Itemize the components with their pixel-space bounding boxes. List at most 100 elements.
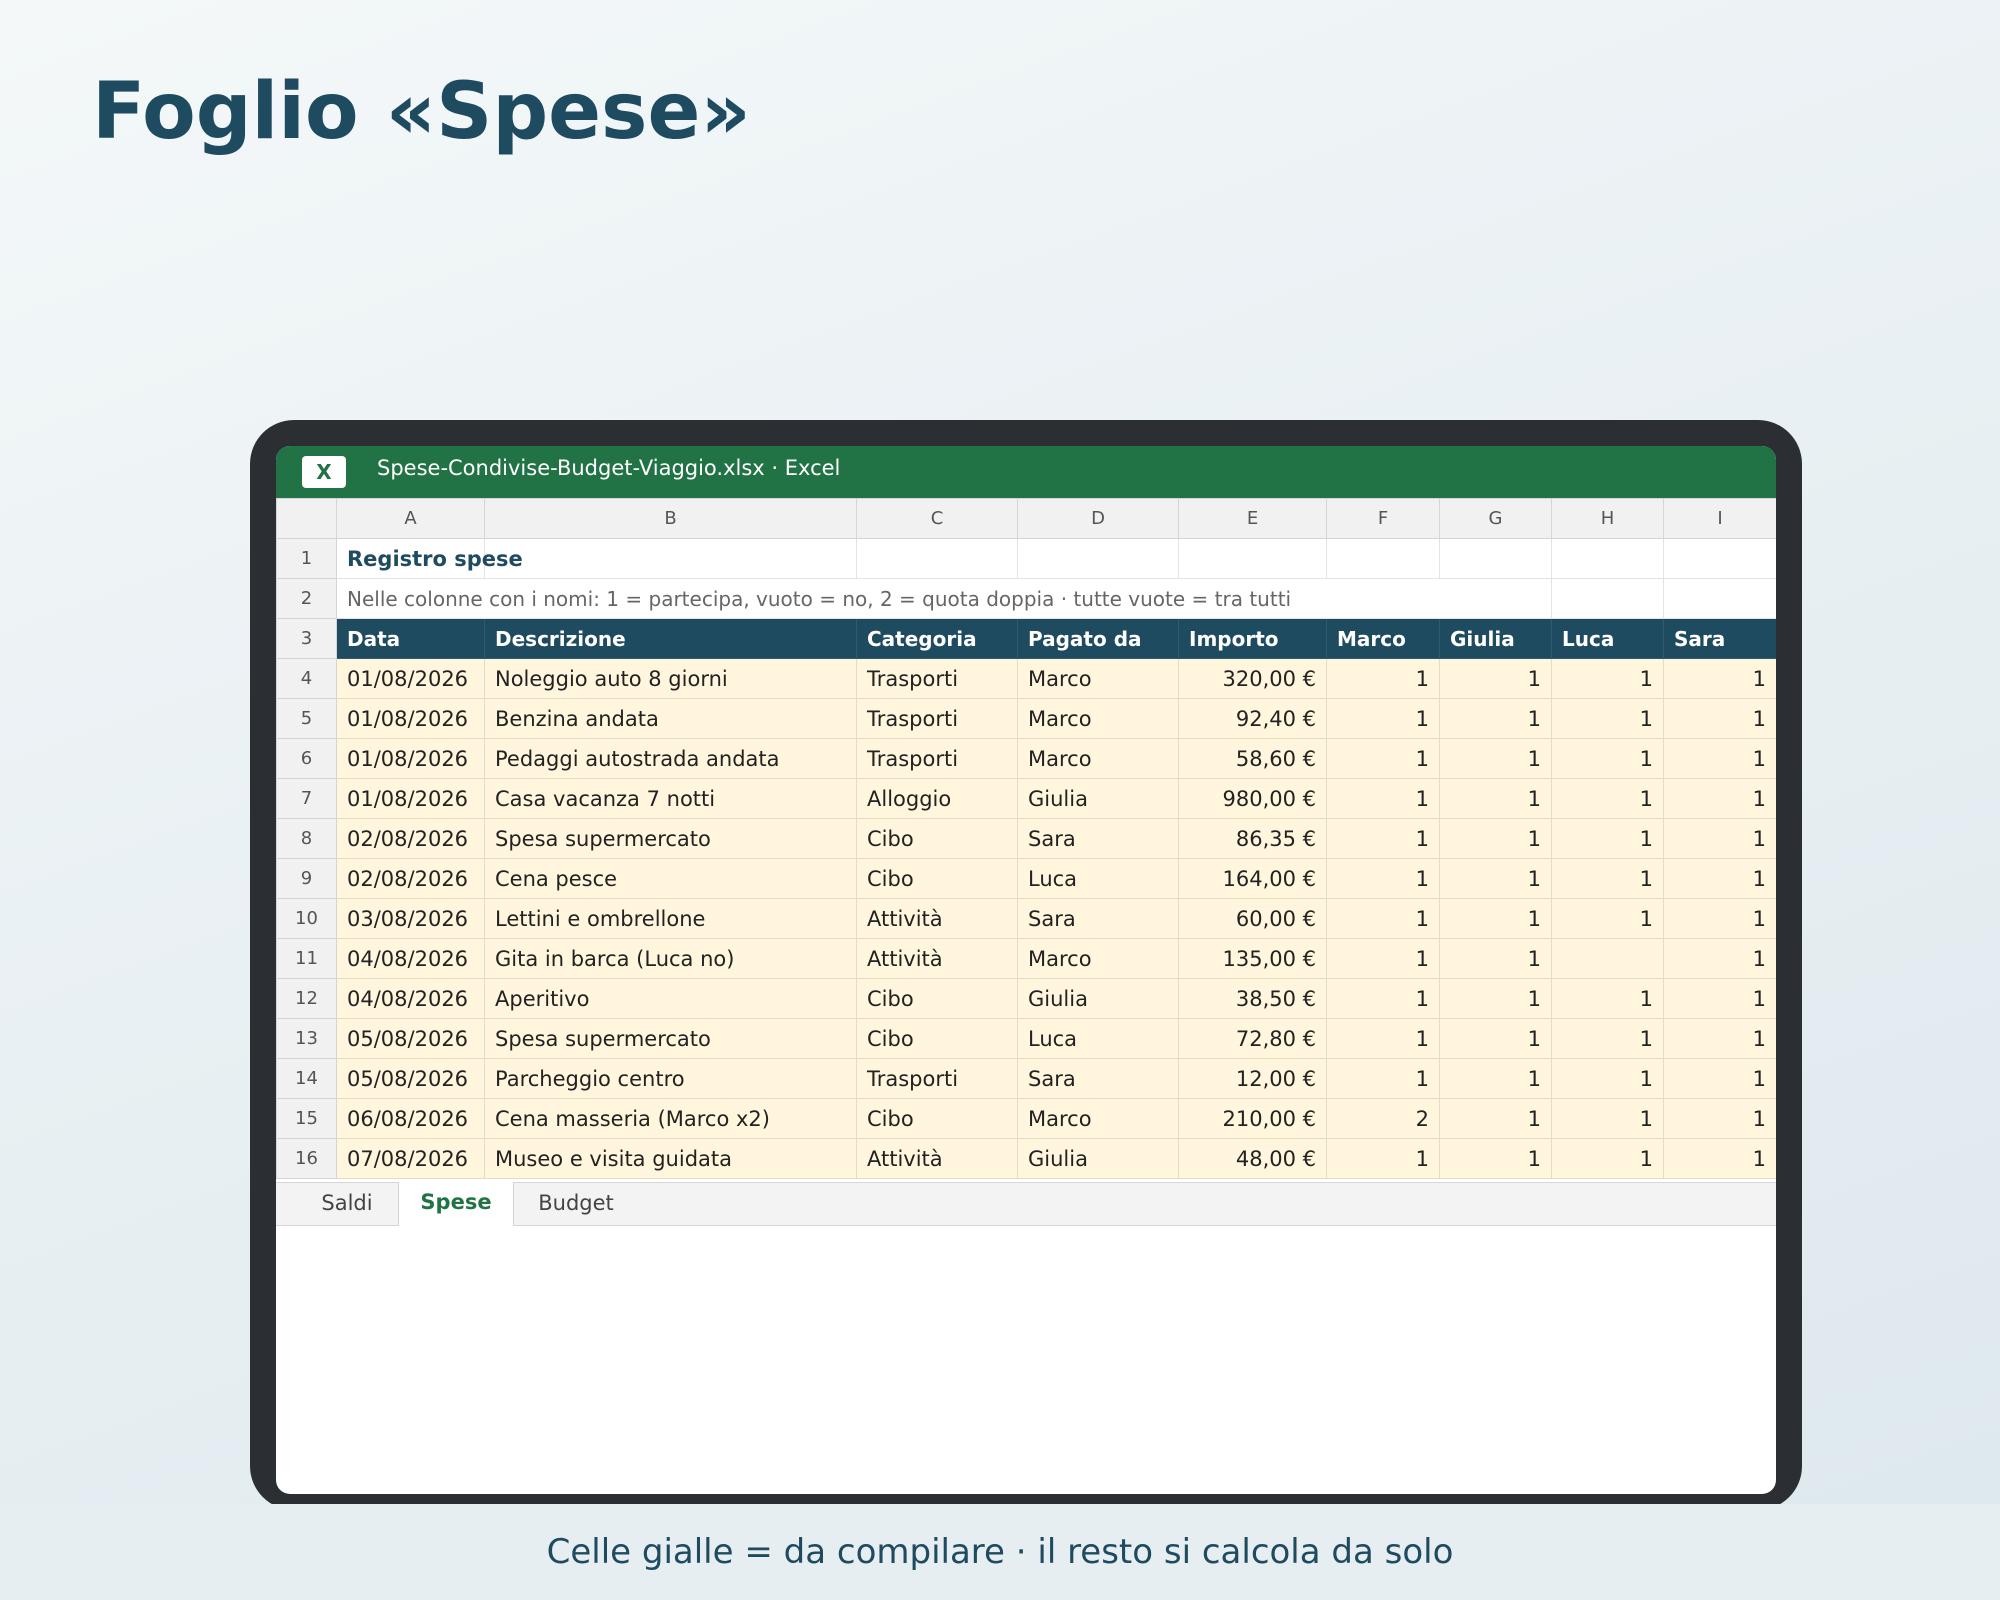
cell-share-giulia[interactable]: 1	[1439, 778, 1552, 819]
cell-share-giulia[interactable]: 1	[1439, 1098, 1552, 1139]
cell-share-luca[interactable]: 1	[1551, 658, 1664, 699]
instructions-note-cell[interactable]: Nelle colonne con i nomi: 1 = partecipa,…	[336, 578, 1440, 619]
cell-share-giulia[interactable]: 1	[1439, 1058, 1552, 1099]
cell-descrizione[interactable]: Museo e visita guidata	[484, 1138, 857, 1179]
cell[interactable]	[1178, 538, 1327, 579]
cell-data[interactable]: 05/08/2026	[336, 1018, 485, 1059]
tab-spese[interactable]: Spese	[398, 1182, 514, 1226]
cell[interactable]	[484, 538, 857, 579]
cell-share-marco[interactable]: 2	[1326, 1098, 1440, 1139]
select-all-corner[interactable]	[276, 498, 337, 539]
cell-share-sara[interactable]: 1	[1663, 898, 1776, 939]
cell-data[interactable]: 01/08/2026	[336, 658, 485, 699]
cell-data[interactable]: 03/08/2026	[336, 898, 485, 939]
cell-share-sara[interactable]: 1	[1663, 738, 1776, 779]
cell-importo[interactable]: 12,00 €	[1178, 1058, 1327, 1099]
row-header[interactable]: 10	[276, 898, 337, 939]
cell[interactable]	[1663, 578, 1776, 619]
row-header[interactable]: 1	[276, 538, 337, 579]
cell[interactable]	[856, 538, 1018, 579]
row-header[interactable]: 15	[276, 1098, 337, 1139]
column-header-d[interactable]: D	[1017, 498, 1179, 539]
column-header-c[interactable]: C	[856, 498, 1018, 539]
cell-share-luca[interactable]	[1551, 938, 1664, 979]
cell-share-luca[interactable]: 1	[1551, 818, 1664, 859]
tab-budget[interactable]: Budget	[516, 1183, 636, 1225]
cell-share-giulia[interactable]: 1	[1439, 658, 1552, 699]
cell-descrizione[interactable]: Cena pesce	[484, 858, 857, 899]
cell-share-sara[interactable]: 1	[1663, 818, 1776, 859]
cell[interactable]	[1017, 538, 1179, 579]
row-header[interactable]: 3	[276, 618, 337, 659]
cell[interactable]	[1551, 578, 1664, 619]
cell-categoria[interactable]: Alloggio	[856, 778, 1018, 819]
row-header[interactable]: 16	[276, 1138, 337, 1179]
cell-share-sara[interactable]: 1	[1663, 658, 1776, 699]
cell[interactable]	[1663, 538, 1776, 579]
cell-pagato-da[interactable]: Marco	[1017, 698, 1179, 739]
cell-share-marco[interactable]: 1	[1326, 818, 1440, 859]
cell-importo[interactable]: 980,00 €	[1178, 778, 1327, 819]
cell-descrizione[interactable]: Spesa supermercato	[484, 818, 857, 859]
cell-categoria[interactable]: Cibo	[856, 978, 1018, 1019]
cell-share-marco[interactable]: 1	[1326, 1018, 1440, 1059]
cell-share-luca[interactable]: 1	[1551, 738, 1664, 779]
header-sara[interactable]: Sara	[1663, 618, 1776, 659]
row-header[interactable]: 7	[276, 778, 337, 819]
header-pagato-da[interactable]: Pagato da	[1017, 618, 1179, 659]
cell-importo[interactable]: 164,00 €	[1178, 858, 1327, 899]
cell-descrizione[interactable]: Parcheggio centro	[484, 1058, 857, 1099]
row-header[interactable]: 5	[276, 698, 337, 739]
sheet-title-cell[interactable]: Registro spese	[336, 538, 523, 579]
header-giulia[interactable]: Giulia	[1439, 618, 1552, 659]
cell-pagato-da[interactable]: Luca	[1017, 1018, 1179, 1059]
cell-share-giulia[interactable]: 1	[1439, 698, 1552, 739]
row-header[interactable]: 9	[276, 858, 337, 899]
cell-pagato-da[interactable]: Luca	[1017, 858, 1179, 899]
cell-data[interactable]: 02/08/2026	[336, 818, 485, 859]
cell-importo[interactable]: 58,60 €	[1178, 738, 1327, 779]
row-header[interactable]: 2	[276, 578, 337, 619]
cell-descrizione[interactable]: Casa vacanza 7 notti	[484, 778, 857, 819]
cell-data[interactable]: 04/08/2026	[336, 978, 485, 1019]
cell-importo[interactable]: 86,35 €	[1178, 818, 1327, 859]
column-header-e[interactable]: E	[1178, 498, 1327, 539]
cell-categoria[interactable]: Attività	[856, 898, 1018, 939]
cell-importo[interactable]: 135,00 €	[1178, 938, 1327, 979]
cell-pagato-da[interactable]: Sara	[1017, 818, 1179, 859]
cell-categoria[interactable]: Cibo	[856, 858, 1018, 899]
cell-share-luca[interactable]: 1	[1551, 898, 1664, 939]
cell-descrizione[interactable]: Noleggio auto 8 giorni	[484, 658, 857, 699]
header-marco[interactable]: Marco	[1326, 618, 1440, 659]
row-header[interactable]: 11	[276, 938, 337, 979]
cell-share-sara[interactable]: 1	[1663, 978, 1776, 1019]
cell-categoria[interactable]: Trasporti	[856, 1058, 1018, 1099]
cell-share-sara[interactable]: 1	[1663, 778, 1776, 819]
cell[interactable]	[1551, 538, 1664, 579]
cell-pagato-da[interactable]: Sara	[1017, 1058, 1179, 1099]
cell-share-luca[interactable]: 1	[1551, 1138, 1664, 1179]
cell-descrizione[interactable]: Spesa supermercato	[484, 1018, 857, 1059]
cell-importo[interactable]: 38,50 €	[1178, 978, 1327, 1019]
cell-categoria[interactable]: Cibo	[856, 1098, 1018, 1139]
cell-data[interactable]: 02/08/2026	[336, 858, 485, 899]
cell-share-marco[interactable]: 1	[1326, 898, 1440, 939]
cell-share-luca[interactable]: 1	[1551, 778, 1664, 819]
row-header[interactable]: 6	[276, 738, 337, 779]
column-header-a[interactable]: A	[336, 498, 485, 539]
header-data[interactable]: Data	[336, 618, 485, 659]
cell-share-luca[interactable]: 1	[1551, 1018, 1664, 1059]
row-header[interactable]: 12	[276, 978, 337, 1019]
cell-descrizione[interactable]: Benzina andata	[484, 698, 857, 739]
cell-data[interactable]: 01/08/2026	[336, 698, 485, 739]
cell-share-marco[interactable]: 1	[1326, 698, 1440, 739]
header-categoria[interactable]: Categoria	[856, 618, 1018, 659]
cell-share-marco[interactable]: 1	[1326, 978, 1440, 1019]
cell-share-luca[interactable]: 1	[1551, 978, 1664, 1019]
cell-share-marco[interactable]: 1	[1326, 658, 1440, 699]
cell-share-luca[interactable]: 1	[1551, 1058, 1664, 1099]
cell-share-giulia[interactable]: 1	[1439, 938, 1552, 979]
cell-pagato-da[interactable]: Giulia	[1017, 978, 1179, 1019]
cell-descrizione[interactable]: Gita in barca (Luca no)	[484, 938, 857, 979]
header-luca[interactable]: Luca	[1551, 618, 1664, 659]
